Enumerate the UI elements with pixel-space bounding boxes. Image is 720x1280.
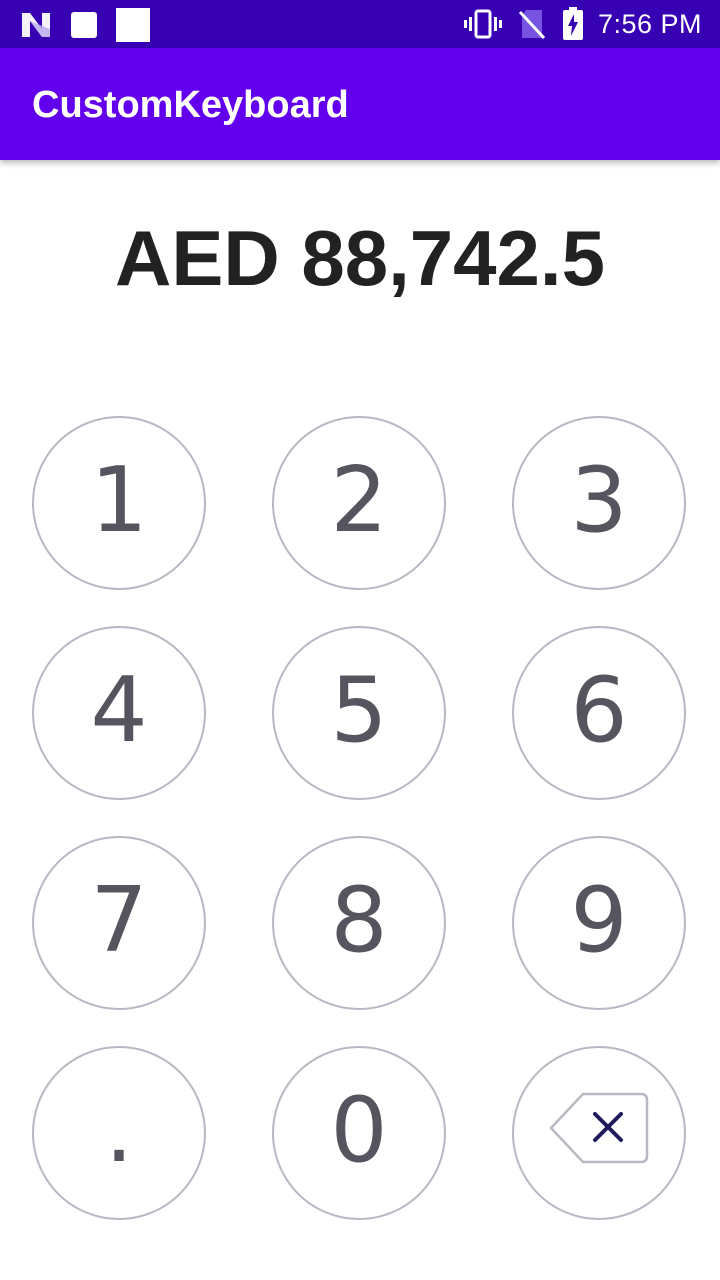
square-icon xyxy=(116,8,150,42)
notification-n-icon xyxy=(20,9,52,41)
key-label: 4 xyxy=(90,658,148,763)
key-6[interactable]: 6 xyxy=(512,626,686,800)
key-4[interactable]: 4 xyxy=(32,626,206,800)
key-2[interactable]: 2 xyxy=(272,416,446,590)
system-icons: 7:56 PM xyxy=(463,0,702,48)
app-bar: CustomKeyboard xyxy=(0,48,720,160)
key-1[interactable]: 1 xyxy=(32,416,206,590)
battery-charging-icon xyxy=(562,7,584,41)
amount-display: AED 88,742.5 xyxy=(115,214,605,302)
status-bar: 7:56 PM xyxy=(0,0,720,48)
status-time: 7:56 PM xyxy=(597,8,702,39)
key-label: 0 xyxy=(330,1078,388,1183)
key-0[interactable]: 0 xyxy=(272,1046,446,1220)
square-icon xyxy=(70,11,98,39)
key-label: 9 xyxy=(570,868,628,973)
key-label: . xyxy=(104,1078,134,1183)
key-3[interactable]: 3 xyxy=(512,416,686,590)
app-title: CustomKeyboard xyxy=(32,84,349,126)
key-label: 2 xyxy=(330,448,388,553)
key-label: 8 xyxy=(330,868,388,973)
vibrate-icon xyxy=(463,9,502,39)
key-label: 7 xyxy=(90,868,148,973)
key-label: 6 xyxy=(570,658,628,763)
key-label: 1 xyxy=(90,448,148,553)
notification-icons xyxy=(20,8,150,42)
key-8[interactable]: 8 xyxy=(272,836,446,1010)
backspace-button[interactable] xyxy=(512,1046,686,1220)
key-9[interactable]: 9 xyxy=(512,836,686,1010)
no-sim-icon xyxy=(518,8,546,40)
key-label: 3 xyxy=(570,448,628,553)
key-decimal[interactable]: . xyxy=(32,1046,206,1220)
key-5[interactable]: 5 xyxy=(272,626,446,800)
key-label: 5 xyxy=(330,658,388,763)
backspace-icon xyxy=(547,1081,651,1186)
key-7[interactable]: 7 xyxy=(32,836,206,1010)
